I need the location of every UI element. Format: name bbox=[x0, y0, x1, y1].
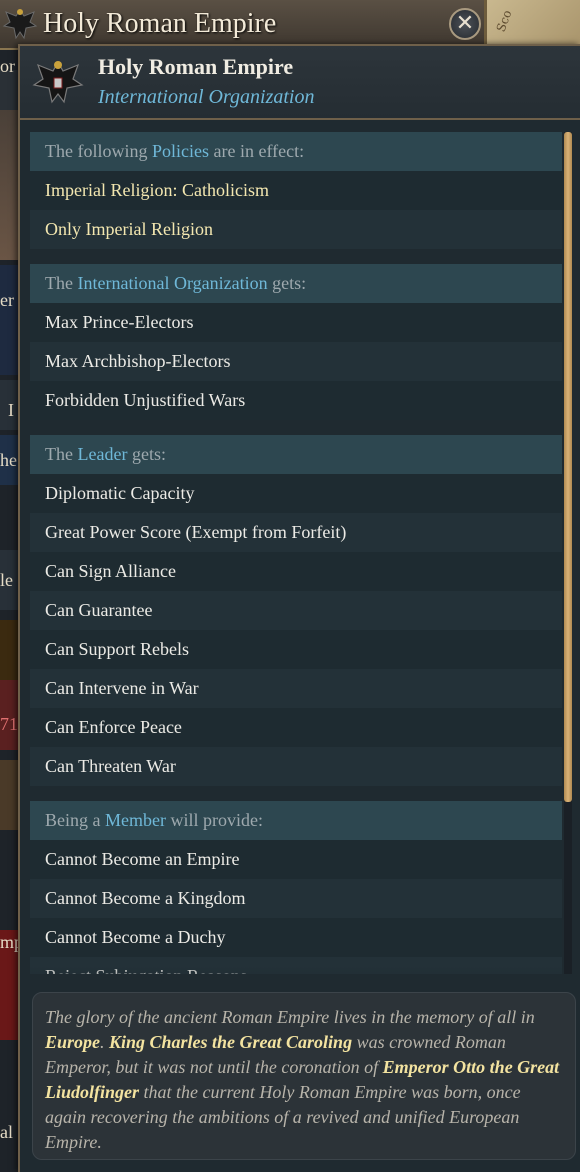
window-header: Holy Roman Empire ✕ bbox=[0, 0, 486, 50]
list-fade bbox=[30, 966, 562, 992]
close-icon[interactable]: ✕ bbox=[449, 8, 481, 40]
europe-link: Europe bbox=[45, 1032, 101, 1052]
tooltip-header: Holy Roman Empire International Organiza… bbox=[20, 46, 580, 120]
member-link[interactable]: Member bbox=[105, 810, 166, 830]
tooltip-subtitle: International Organization bbox=[98, 86, 315, 108]
list-item: Can Intervene in War bbox=[30, 669, 562, 708]
section-header: The International Organization gets: bbox=[30, 264, 562, 303]
tooltip-effects-list[interactable]: The following Policies are in effect: Im… bbox=[30, 132, 562, 974]
section-header: The following Policies are in effect: bbox=[30, 132, 562, 171]
list-item: Can Sign Alliance bbox=[30, 552, 562, 591]
imperial-eagle-icon bbox=[32, 60, 84, 104]
flavor-description: The glory of the ancient Roman Empire li… bbox=[32, 992, 576, 1160]
section-organization: The International Organization gets: Max… bbox=[30, 264, 562, 420]
section-member: Being a Member will provide: Cannot Beco… bbox=[30, 801, 562, 974]
section-leader: The Leader gets: Diplomatic Capacity Gre… bbox=[30, 435, 562, 786]
map-label: Sco bbox=[493, 8, 515, 34]
strip-fragment: 71 bbox=[0, 714, 18, 734]
section-policies: The following Policies are in effect: Im… bbox=[30, 132, 562, 249]
list-item: Cannot Become a Kingdom bbox=[30, 879, 562, 918]
list-item: Can Guarantee bbox=[30, 591, 562, 630]
strip-fragment: he bbox=[0, 450, 17, 470]
list-item: Max Prince-Electors bbox=[30, 303, 562, 342]
list-item: Cannot Become an Empire bbox=[30, 840, 562, 879]
left-panel-strip: or er I he le 71 mp al bbox=[0, 50, 20, 1172]
list-item: Can Threaten War bbox=[30, 747, 562, 786]
list-item: Can Enforce Peace bbox=[30, 708, 562, 747]
list-item: Great Power Score (Exempt from Forfeit) bbox=[30, 513, 562, 552]
charles-link: King Charles the Great Caroling bbox=[109, 1032, 353, 1052]
list-item: Diplomatic Capacity bbox=[30, 474, 562, 513]
strip-fragment: le bbox=[0, 570, 13, 590]
list-item: Only Imperial Religion bbox=[30, 210, 562, 249]
section-header: Being a Member will provide: bbox=[30, 801, 562, 840]
policies-link[interactable]: Policies bbox=[152, 141, 209, 161]
section-header: The Leader gets: bbox=[30, 435, 562, 474]
list-item: Max Archbishop-Electors bbox=[30, 342, 562, 381]
list-item: Forbidden Unjustified Wars bbox=[30, 381, 562, 420]
organization-link[interactable]: International Organization bbox=[77, 273, 267, 293]
window-title: Holy Roman Empire bbox=[43, 8, 277, 39]
strip-fragment: al bbox=[0, 1122, 13, 1142]
list-item: Cannot Become a Duchy bbox=[30, 918, 562, 957]
list-item: Can Support Rebels bbox=[30, 630, 562, 669]
leader-link[interactable]: Leader bbox=[77, 444, 127, 464]
scrollbar-thumb[interactable] bbox=[564, 132, 572, 802]
strip-fragment: or bbox=[0, 56, 15, 76]
list-item: Imperial Religion: Catholicism bbox=[30, 171, 562, 210]
tooltip-title: Holy Roman Empire bbox=[98, 54, 294, 79]
international-organization-tooltip: Holy Roman Empire International Organiza… bbox=[18, 44, 580, 1172]
map-fragment: Sco bbox=[484, 0, 580, 50]
strip-fragment: er bbox=[0, 290, 14, 310]
imperial-eagle-icon bbox=[2, 9, 38, 40]
strip-fragment: mp bbox=[0, 932, 20, 952]
